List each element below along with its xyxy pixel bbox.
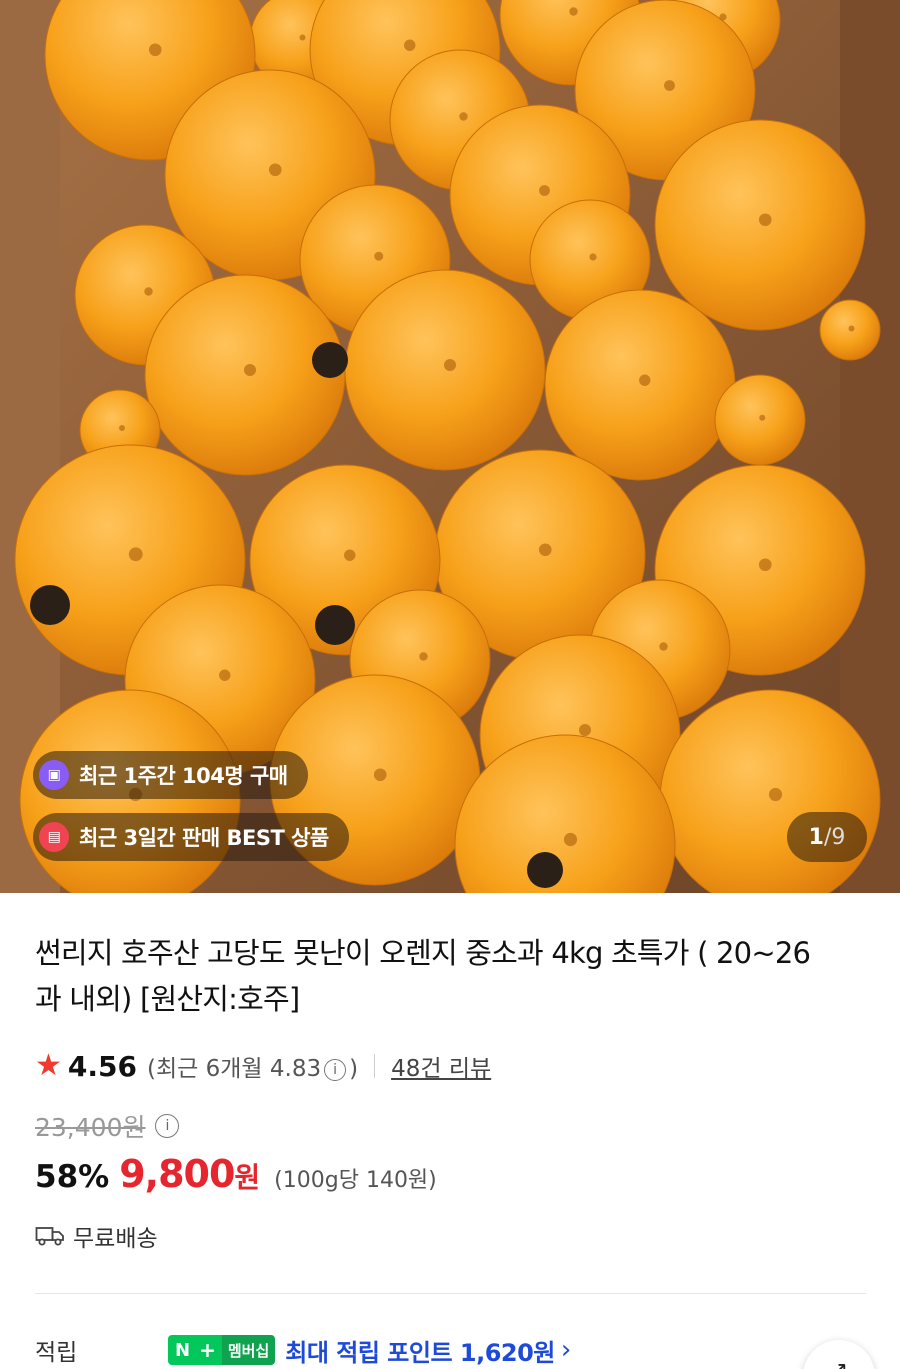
discount-rate: 58% [35, 1159, 110, 1195]
points-row[interactable]: 적립 N + 멤버십 최대 적립 포인트 1,620원 › [35, 1330, 900, 1369]
product-title: 썬리지 호주산 고당도 못난이 오렌지 중소과 4kg 초특가 ( 20~26과… [35, 936, 811, 1016]
recent-rating-text: (최근 6개월 4.83 [147, 1056, 322, 1082]
original-price: 23,400원 [35, 1113, 146, 1142]
currency-unit: 원 [234, 1161, 261, 1194]
shipping-text: 무료배송 [73, 1226, 158, 1252]
plus-icon: + [197, 1335, 222, 1365]
recent-rating: (최근 6개월 4.83 i) [147, 1049, 358, 1083]
naver-plus-membership-badge: N + 멤버십 [168, 1335, 276, 1365]
divider [374, 1054, 376, 1078]
info-icon[interactable]: i [324, 1058, 347, 1081]
image-counter-current: 1 [808, 824, 824, 850]
image-counter: 1 / 9 [787, 812, 867, 862]
best-seller-text: 최근 3일간 판매 BEST 상품 [79, 826, 329, 850]
best-seller-badge: ▤ 최근 3일간 판매 BEST 상품 [33, 813, 349, 861]
image-counter-total: 9 [831, 824, 846, 850]
truck-icon [35, 1227, 64, 1246]
star-icon: ★ [35, 1048, 62, 1083]
price-info-icon[interactable]: i [155, 1114, 180, 1138]
reviews-link[interactable]: 48건 리뷰 [391, 1049, 491, 1083]
gift-icon: ▤ [39, 822, 69, 852]
recent-rating-close: ) [349, 1056, 359, 1082]
price-row: 58% 9,800 원 (100g당 140원) [35, 1152, 437, 1196]
product-image[interactable]: ▣ 최근 1주간 104명 구매 ▤ 최근 3일간 판매 BEST 상품 1 /… [0, 0, 900, 893]
membership-label: 멤버십 [221, 1335, 276, 1365]
unit-price: (100g당 140원) [274, 1168, 437, 1193]
recent-purchases-text: 최근 1주간 104명 구매 [79, 764, 288, 788]
recent-purchases-badge: ▣ 최근 1주간 104명 구매 [33, 751, 308, 799]
sale-price: 9,800 [119, 1152, 235, 1196]
image-counter-separator: / [823, 824, 832, 850]
rating-row: ★ 4.56 (최근 6개월 4.83 i) 48건 리뷰 [35, 1046, 491, 1086]
rating-value: 4.56 [67, 1049, 137, 1083]
share-icon: ↗ [830, 1358, 848, 1369]
section-divider [35, 1293, 866, 1294]
original-price-row: 23,400원 i [35, 1108, 182, 1144]
chevron-right-icon: › [560, 1335, 572, 1365]
shipping-row: 무료배송 [35, 1219, 158, 1253]
naver-n-icon: N [168, 1335, 198, 1365]
shopping-bag-icon: ▣ [39, 760, 69, 790]
max-points-text: 최대 적립 포인트 1,620원 [285, 1338, 555, 1367]
points-label: 적립 [35, 1340, 78, 1366]
